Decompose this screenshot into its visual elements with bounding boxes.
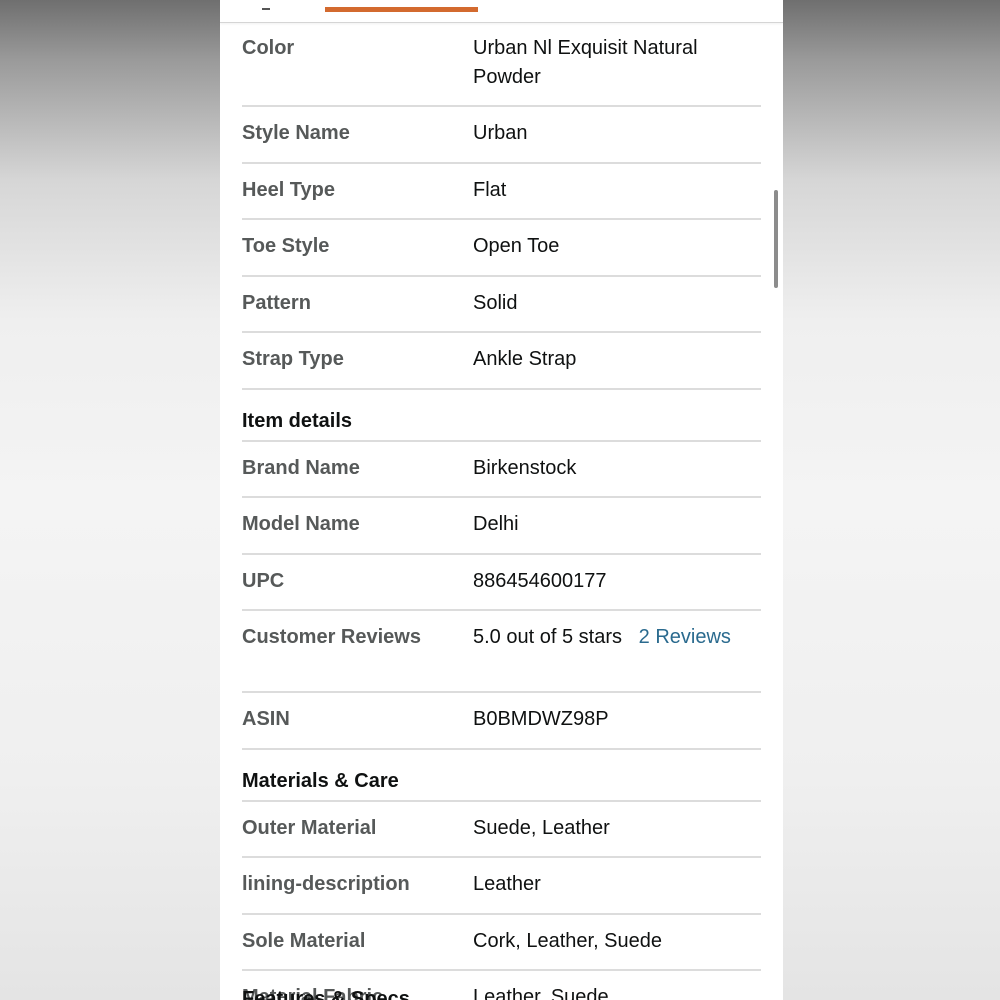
section-heading-materials-care: Materials & Care: [242, 750, 761, 802]
detail-value: Suede, Leather: [473, 816, 610, 839]
detail-value: Delhi: [473, 513, 519, 535]
detail-value: 886454600177: [473, 569, 607, 592]
detail-row-color: Color Urban Nl Exquisit Natural Powder: [242, 22, 761, 107]
detail-key: Model Name: [242, 513, 360, 535]
detail-value: Flat: [473, 178, 507, 201]
detail-key: Toe Style: [242, 235, 330, 257]
rating-text: 5.0 out of 5 stars: [473, 626, 622, 648]
detail-key: Style Name: [242, 122, 350, 144]
detail-row-customer-reviews: Customer Reviews 5.0 out of 5 stars 2 Re…: [242, 611, 761, 693]
detail-row-pattern: Pattern Solid: [242, 277, 761, 333]
detail-row-outer-material: Outer Material Suede, Leather: [242, 802, 761, 858]
detail-key: Strap Type: [242, 348, 344, 370]
tab-active-indicator[interactable]: [325, 7, 478, 12]
detail-key: Outer Material: [242, 816, 377, 839]
detail-row-asin: ASIN B0BMDWZ98P: [242, 693, 761, 750]
detail-row-model-name: Model Name Delhi: [242, 498, 761, 555]
detail-key: lining-description: [242, 873, 410, 895]
detail-row-sole-material: Sole Material Cork, Leather, Suede: [242, 915, 761, 971]
section-heading-item-details: Item details: [242, 390, 761, 442]
detail-key: Sole Material: [242, 929, 366, 952]
detail-row-heel-type: Heel Type Flat: [242, 164, 761, 220]
detail-key: Heel Type: [242, 178, 335, 201]
detail-key: Brand Name: [242, 456, 360, 479]
detail-key: Color: [242, 37, 295, 59]
section-heading-features-specs: Features & Specs: [242, 988, 410, 1000]
detail-row-upc: UPC 886454600177: [242, 555, 761, 611]
detail-value: Urban: [473, 122, 528, 144]
details-table: Color Urban Nl Exquisit Natural Powder S…: [242, 22, 761, 1000]
reviews-link[interactable]: 2 Reviews: [639, 626, 731, 648]
detail-value: Leather: [473, 873, 541, 895]
detail-row-strap-type: Strap Type Ankle Strap: [242, 333, 761, 390]
scrollbar-thumb[interactable]: [774, 190, 778, 288]
detail-value: Leather, Suede: [473, 986, 609, 1000]
detail-value: 5.0 out of 5 stars 2 Reviews: [473, 623, 761, 652]
detail-value: B0BMDWZ98P: [473, 708, 609, 730]
detail-value: Birkenstock: [473, 456, 577, 479]
tab-previous[interactable]: [262, 4, 270, 10]
detail-row-style-name: Style Name Urban: [242, 107, 761, 164]
tab-bar: [220, 0, 783, 23]
detail-key: UPC: [242, 569, 285, 592]
detail-row-brand-name: Brand Name Birkenstock: [242, 442, 761, 498]
detail-row-lining-description: lining-description Leather: [242, 858, 761, 915]
detail-value: Ankle Strap: [473, 348, 577, 370]
detail-key: Customer Reviews: [242, 626, 421, 648]
detail-value: Open Toe: [473, 235, 560, 257]
detail-value: Cork, Leather, Suede: [473, 929, 663, 952]
detail-row-toe-style: Toe Style Open Toe: [242, 220, 761, 277]
product-details-panel: Color Urban Nl Exquisit Natural Powder S…: [220, 0, 783, 1000]
detail-key: ASIN: [242, 708, 290, 730]
detail-value: Solid: [473, 291, 518, 314]
detail-value: Urban Nl Exquisit Natural Powder: [473, 37, 698, 88]
detail-key: Pattern: [242, 291, 311, 314]
